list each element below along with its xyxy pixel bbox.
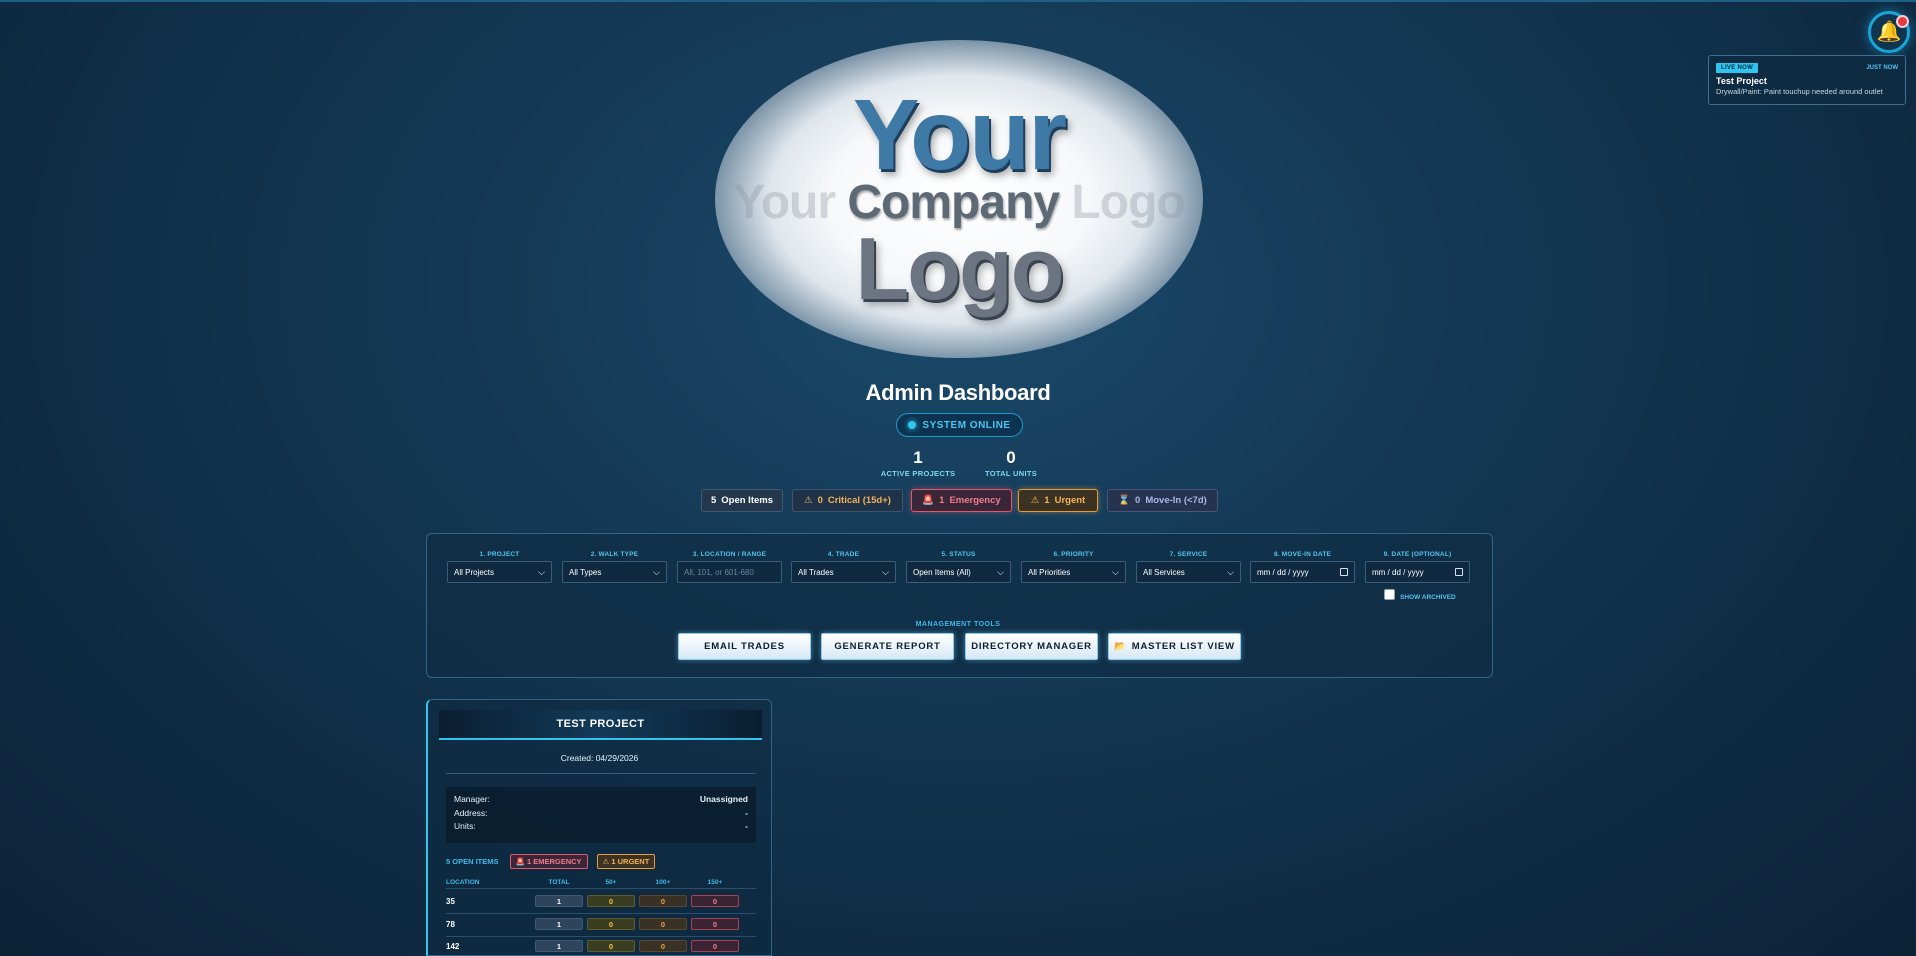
address-row: Address: - bbox=[454, 807, 748, 818]
cell-150[interactable]: 0 bbox=[691, 895, 739, 907]
notification-dot bbox=[1896, 15, 1909, 28]
system-status-badge: SYSTEM ONLINE bbox=[896, 413, 1023, 437]
toast-time: JUST NOW bbox=[1866, 65, 1898, 71]
critical-chip[interactable]: ⚠ 0 Critical (15d+) bbox=[792, 489, 903, 512]
project-select: All Projects ⌵ bbox=[447, 561, 552, 583]
cell-total[interactable]: 1 bbox=[535, 918, 583, 930]
move-in-date-input: mm / dd / yyyy bbox=[1250, 561, 1355, 583]
stat-active-projects: 1 ACTIVE PROJECTS bbox=[880, 448, 956, 478]
toast-message: Drywall/Paint: Paint touchup needed arou… bbox=[1716, 87, 1883, 96]
chevron-down-icon: ⌵ bbox=[1112, 566, 1119, 577]
show-archived-label: SHOW ARCHIVED bbox=[1400, 594, 1456, 601]
trade-select: All Trades ⌵ bbox=[791, 561, 896, 583]
generate-report-button[interactable]: GENERATE REPORT bbox=[821, 633, 954, 660]
manager-row: Manager: Unassigned bbox=[454, 794, 748, 804]
calendar-icon bbox=[1455, 568, 1463, 576]
warning-icon: ⚠ bbox=[1030, 495, 1040, 506]
toast-title: Test Project bbox=[1716, 76, 1767, 86]
calendar-icon bbox=[1340, 568, 1348, 576]
cell-50[interactable]: 0 bbox=[587, 918, 635, 930]
col-total: TOTAL bbox=[548, 879, 570, 886]
col-150: 150+ bbox=[707, 879, 723, 886]
walk-type-select: All Types ⌵ bbox=[562, 561, 667, 583]
row-divider bbox=[446, 936, 756, 937]
urgent-tag: ⚠ 1 URGENT bbox=[596, 854, 656, 869]
col-location: LOCATION bbox=[446, 879, 480, 886]
cell-50[interactable]: 0 bbox=[587, 895, 635, 907]
status-select: Open Items (All) ⌵ bbox=[906, 561, 1011, 583]
service-filter[interactable]: 7. SERVICE All Services ⌵ bbox=[1136, 551, 1241, 583]
show-archived-checkbox[interactable] bbox=[1384, 588, 1395, 600]
status-dot-icon bbox=[908, 421, 917, 429]
cell-150[interactable]: 0 bbox=[691, 918, 739, 930]
emergency-chip[interactable]: 🚨 1 Emergency bbox=[911, 489, 1012, 512]
date-filter[interactable]: 9. DATE (OPTIONAL) mm / dd / yyyy bbox=[1365, 551, 1470, 583]
chevron-down-icon: ⌵ bbox=[538, 566, 545, 577]
cell-total[interactable]: 1 bbox=[535, 940, 583, 952]
divider bbox=[446, 773, 756, 774]
management-tools-label: MANAGEMENT TOOLS bbox=[915, 621, 1001, 628]
move-in-date-filter[interactable]: 8. MOVE-IN DATE mm / dd / yyyy bbox=[1250, 551, 1355, 583]
trade-filter[interactable]: 4. TRADE All Trades ⌵ bbox=[791, 551, 896, 583]
location-filter[interactable]: 3. LOCATION / RANGE All, 101, or 601-680 bbox=[677, 551, 782, 583]
chevron-down-icon: ⌵ bbox=[997, 566, 1004, 577]
cell-100[interactable]: 0 bbox=[639, 918, 687, 930]
service-select: All Services ⌵ bbox=[1136, 561, 1241, 583]
row-location[interactable]: 78 bbox=[446, 920, 455, 929]
cell-total[interactable]: 1 bbox=[535, 895, 583, 907]
emergency-tag: 🚨 1 EMERGENCY bbox=[509, 854, 588, 869]
open-items-count: 5 OPEN ITEMS bbox=[446, 857, 499, 866]
chevron-down-icon: ⌵ bbox=[882, 566, 889, 577]
show-archived-toggle[interactable]: SHOW ARCHIVED bbox=[1384, 587, 1456, 601]
stat-total-units: 0 TOTAL UNITS bbox=[984, 448, 1038, 478]
project-filter[interactable]: 1. PROJECT All Projects ⌵ bbox=[447, 551, 552, 583]
open-items-chip[interactable]: 5 Open Items bbox=[701, 489, 783, 512]
status-filter[interactable]: 5. STATUS Open Items (All) ⌵ bbox=[906, 551, 1011, 583]
col-50: 50+ bbox=[605, 879, 617, 886]
priority-select: All Priorities ⌵ bbox=[1021, 561, 1126, 583]
project-info-box: Manager: Unassigned Address: - Units: - bbox=[446, 787, 756, 843]
table-header-line bbox=[446, 888, 756, 889]
project-card-title: TEST PROJECT bbox=[439, 710, 762, 740]
project-card[interactable]: TEST PROJECT Created: 04/29/2026 Manager… bbox=[426, 699, 772, 956]
notification-bell-button[interactable]: 🔔 bbox=[1868, 11, 1910, 53]
directory-manager-button[interactable]: DIRECTORY MANAGER bbox=[965, 633, 1098, 660]
logo-text-logo: Logo bbox=[855, 219, 1064, 318]
email-trades-button[interactable]: EMAIL TRADES bbox=[678, 633, 811, 660]
company-logo: Your Your Company Logo Logo bbox=[715, 40, 1203, 358]
walk-type-filter[interactable]: 2. WALK TYPE All Types ⌵ bbox=[562, 551, 667, 583]
notification-toast[interactable]: LIVE NOW JUST NOW Test Project Drywall/P… bbox=[1708, 55, 1906, 105]
units-row: Units: - bbox=[454, 821, 748, 831]
cell-50[interactable]: 0 bbox=[587, 940, 635, 952]
date-input: mm / dd / yyyy bbox=[1365, 561, 1470, 583]
row-divider bbox=[446, 913, 756, 914]
chevron-down-icon: ⌵ bbox=[1227, 566, 1234, 577]
cell-100[interactable]: 0 bbox=[639, 895, 687, 907]
folder-icon: 📂 bbox=[1114, 641, 1127, 652]
row-location[interactable]: 35 bbox=[446, 897, 455, 906]
siren-icon: 🚨 bbox=[922, 495, 935, 506]
hourglass-icon: ⌛ bbox=[1118, 495, 1131, 506]
row-location[interactable]: 142 bbox=[446, 942, 459, 951]
live-badge: LIVE NOW bbox=[1716, 63, 1759, 73]
urgent-chip[interactable]: ⚠ 1 Urgent bbox=[1018, 489, 1098, 512]
page-title: Admin Dashboard bbox=[865, 380, 1051, 405]
warning-icon: ⚠ bbox=[804, 495, 813, 506]
cell-100[interactable]: 0 bbox=[639, 940, 687, 952]
top-border bbox=[0, 0, 1916, 2]
location-input: All, 101, or 601-680 bbox=[677, 561, 782, 583]
cell-150[interactable]: 0 bbox=[691, 940, 739, 952]
project-tags: 5 OPEN ITEMS 🚨 1 EMERGENCY ⚠ 1 URGENT bbox=[446, 854, 656, 869]
project-created-date: Created: 04/29/2026 bbox=[560, 753, 639, 763]
chevron-down-icon: ⌵ bbox=[653, 566, 660, 577]
priority-filter[interactable]: 6. PRIORITY All Priorities ⌵ bbox=[1021, 551, 1126, 583]
master-list-view-button[interactable]: 📂 MASTER LIST VIEW bbox=[1108, 633, 1241, 660]
col-100: 100+ bbox=[655, 879, 671, 886]
move-in-chip[interactable]: ⌛ 0 Move-In (<7d) bbox=[1107, 489, 1218, 512]
system-status-text: SYSTEM ONLINE bbox=[922, 419, 1011, 431]
